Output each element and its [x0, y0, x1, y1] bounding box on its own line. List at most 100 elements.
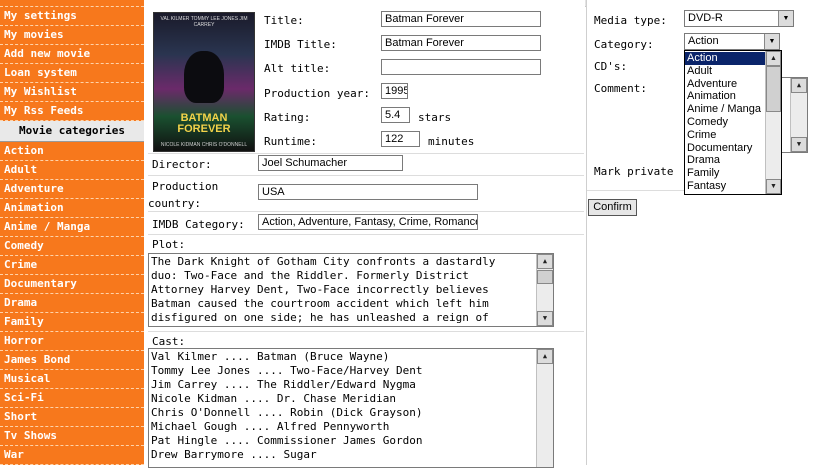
divider [148, 211, 584, 212]
sidebar-category-item[interactable]: Animation [0, 199, 144, 218]
chevron-down-icon[interactable]: ▼ [764, 34, 779, 49]
runtime-unit: minutes [428, 135, 475, 148]
sidebar-category-item[interactable]: Tv Shows [0, 427, 144, 446]
sidebar-category-item[interactable]: Musical [0, 370, 144, 389]
plot-line: disfigured on one side; he has unleashed… [151, 311, 489, 324]
cast-textarea[interactable]: Val Kilmer .... Batman (Bruce Wayne) Tomm… [148, 348, 554, 468]
dropdown-option[interactable]: Crime [685, 129, 765, 142]
poster-figure [184, 51, 224, 103]
scroll-up-icon[interactable]: ▲ [537, 349, 553, 364]
sidebar-category-item[interactable]: Drama [0, 294, 144, 313]
rating-label: Rating: [264, 111, 311, 124]
confirm-button[interactable]: Confirm [588, 199, 637, 216]
scroll-down-icon[interactable]: ▼ [766, 179, 781, 194]
scroll-up-icon[interactable]: ▲ [537, 254, 553, 269]
sidebar-category-item[interactable]: Documentary [0, 275, 144, 294]
divider [587, 190, 684, 191]
plot-line: Attorney Harvey Dent, Two-Face incorrect… [151, 283, 489, 296]
dropdown-option[interactable]: Drama [685, 154, 765, 167]
alt-title-input[interactable] [381, 59, 541, 75]
dropdown-option[interactable]: Adventure [685, 78, 765, 91]
country-input[interactable]: USA [258, 184, 478, 200]
cast-line: Val Kilmer .... Batman (Bruce Wayne) [151, 350, 390, 363]
sidebar-top-edge [0, 0, 144, 7]
cast-scrollbar[interactable]: ▲ [536, 349, 553, 467]
divider [148, 175, 584, 176]
plot-label: Plot: [152, 238, 186, 251]
year-input[interactable]: 1995 [381, 83, 408, 99]
sidebar-category-item[interactable]: Anime / Manga [0, 218, 144, 237]
sidebar-menu: My settings My movies Add new movie Loan sy… [0, 7, 144, 121]
rating-input[interactable]: 5.4 [381, 107, 410, 123]
title-input[interactable]: Batman Forever [381, 11, 541, 27]
media-type-value: DVD-R [688, 12, 723, 24]
cast-line: Nicole Kidman .... Dr. Chase Meridian [151, 392, 397, 405]
media-type-label: Media type: [594, 14, 667, 27]
divider [148, 153, 584, 154]
dropdown-option[interactable]: Adult [685, 65, 765, 78]
dropdown-option[interactable]: Documentary [685, 142, 765, 155]
sidebar-menu-item[interactable]: My movies [0, 26, 144, 45]
scroll-up-icon[interactable]: ▲ [766, 51, 781, 66]
cast-line: Michael Gough .... Alfred Pennyworth [151, 420, 390, 433]
alt-title-label: Alt title: [264, 62, 331, 75]
imdb-title-label: IMDB Title: [264, 38, 337, 51]
category-dropdown-list[interactable]: Action Adult Adventure Animation Anime / Man… [684, 50, 782, 195]
sidebar-category-item[interactable]: Action [0, 142, 144, 161]
cast-text: Val Kilmer .... Batman (Bruce Wayne) Tomm… [151, 350, 535, 462]
plot-textarea[interactable]: The Dark Knight of Gotham City confronts… [148, 253, 554, 327]
runtime-input[interactable]: 122 [381, 131, 420, 147]
poster-title-line2: FOREVER [177, 123, 231, 135]
plot-line: duo: Two-Face and the Riddler. Formerly … [151, 269, 469, 282]
dropdown-option[interactable]: Anime / Manga [685, 103, 765, 116]
chevron-down-icon[interactable]: ▼ [778, 11, 793, 26]
sidebar-category-item[interactable]: Adventure [0, 180, 144, 199]
imdb-category-label: IMDB Category: [152, 218, 245, 231]
director-label: Director: [152, 158, 212, 171]
country-label-line1: Production [152, 180, 219, 193]
plot-scrollbar[interactable]: ▲ ▼ [536, 254, 553, 326]
comment-scrollbar[interactable]: ▲ ▼ [790, 78, 807, 152]
category-label: Category: [594, 38, 654, 51]
dropdown-option[interactable]: Family [685, 167, 765, 180]
plot-line: Batman caused the courtroom accident whi… [151, 297, 489, 310]
scroll-thumb[interactable] [766, 66, 781, 112]
sidebar-menu-item[interactable]: My settings [0, 7, 144, 26]
sidebar-category-item[interactable]: Comedy [0, 237, 144, 256]
category-select[interactable]: Action ▼ [684, 33, 780, 50]
scroll-down-icon[interactable]: ▼ [537, 311, 553, 326]
sidebar-menu-item[interactable]: My Wishlist [0, 83, 144, 102]
sidebar-category-item[interactable]: Horror [0, 332, 144, 351]
sidebar-category-item[interactable]: Sci-Fi [0, 389, 144, 408]
sidebar-category-item[interactable]: Short [0, 408, 144, 427]
sidebar-category-item[interactable]: Adult [0, 161, 144, 180]
cast-line: Jim Carrey .... The Riddler/Edward Nygma [151, 378, 416, 391]
sidebar-category-item[interactable]: Family [0, 313, 144, 332]
imdb-title-input[interactable]: Batman Forever [381, 35, 541, 51]
sidebar-category-item[interactable]: Crime [0, 256, 144, 275]
dropdown-scrollbar[interactable]: ▲ ▼ [765, 51, 781, 194]
director-input[interactable]: Joel Schumacher [258, 155, 403, 171]
country-label-line2: country: [148, 197, 201, 210]
cast-label: Cast: [152, 335, 186, 348]
media-type-select[interactable]: DVD-R ▼ [684, 10, 794, 27]
cds-label: CD's: [594, 60, 628, 73]
sidebar-menu-item[interactable]: My Rss Feeds [0, 102, 144, 121]
imdb-category-input[interactable]: Action, Adventure, Fantasy, Crime, Roman… [258, 214, 478, 230]
dropdown-option[interactable]: Action [685, 52, 765, 65]
comment-textarea[interactable]: ▲ ▼ [780, 77, 808, 153]
sidebar-menu-item[interactable]: Add new movie [0, 45, 144, 64]
sidebar-category-item[interactable]: War [0, 446, 144, 465]
scroll-down-icon[interactable]: ▼ [791, 137, 807, 152]
sidebar: My settings My movies Add new movie Loan sy… [0, 0, 144, 465]
dropdown-option[interactable]: Fantasy [685, 180, 765, 193]
sidebar-category-item[interactable]: James Bond [0, 351, 144, 370]
cast-line: Pat Hingle .... Commissioner James Gordo… [151, 434, 423, 447]
scroll-thumb[interactable] [537, 270, 553, 284]
cast-line: Drew Barrymore .... Sugar [151, 448, 317, 461]
dropdown-option[interactable]: Animation [685, 90, 765, 103]
poster-bottom-names: NICOLE KIDMAN CHRIS O'DONNELL [160, 142, 248, 148]
scroll-up-icon[interactable]: ▲ [791, 78, 807, 93]
dropdown-option[interactable]: Comedy [685, 116, 765, 129]
sidebar-menu-item[interactable]: Loan system [0, 64, 144, 83]
